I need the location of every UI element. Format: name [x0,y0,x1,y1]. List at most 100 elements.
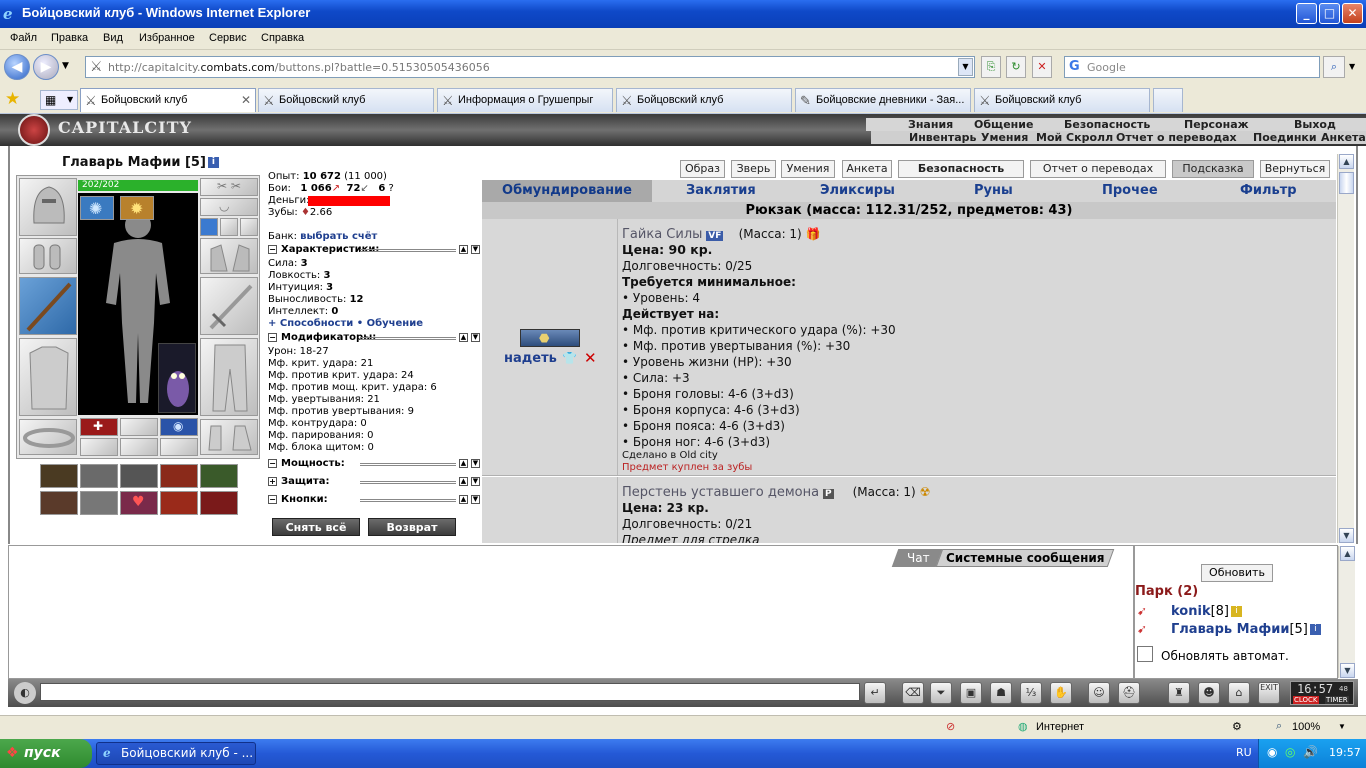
language-indicator[interactable]: RU [1236,746,1252,759]
down-arrow-icon[interactable]: ▼ [471,245,480,254]
menu-file[interactable]: Файл [10,32,37,44]
auto-refresh-checkbox[interactable] [1137,646,1153,662]
item-name[interactable]: Перстень уставшего демона [622,485,819,500]
link-security[interactable]: Безопасность [1064,118,1150,131]
online-scrollbar[interactable]: ▲ ▼ [1338,546,1355,678]
tab-6[interactable]: ⚔ Бойцовский клуб [974,88,1150,112]
transfers-button[interactable]: Отчет о переводах [1030,160,1166,178]
power-header[interactable]: − Мощность: ▲ ▼ [268,458,480,470]
bank-link[interactable]: выбрать счёт [300,231,377,242]
exit-icon[interactable]: EXIT [1258,682,1280,704]
mask-icon[interactable]: ☻ [1198,682,1220,704]
return-button[interactable]: Возврат [368,518,456,536]
skills-button[interactable]: Умения [781,160,835,178]
user-info-icon[interactable]: i [1231,606,1243,617]
link-character[interactable]: Персонаж [1184,118,1249,131]
training-link[interactable]: • Обучение [357,318,423,329]
offhand-slot[interactable] [200,277,258,335]
tab-5[interactable]: ✎ Бойцовские дневники - Зая... [795,88,971,112]
effect-3[interactable] [120,464,158,488]
ring-slot-2[interactable] [220,218,238,236]
spell-slot-1[interactable]: ✺ [80,196,114,220]
speaker-icon[interactable]: ◐ [14,682,36,704]
tab-2[interactable]: ⚔ Бойцовский клуб [258,88,434,112]
link-knowledge[interactable]: Знания [908,118,953,131]
effect-10[interactable] [200,491,238,515]
menu-view[interactable]: Вид [103,32,123,44]
up-arrow-icon[interactable]: ▲ [459,245,468,254]
link-scroll[interactable]: Мой Скролл [1036,131,1113,144]
volume-icon[interactable]: 🔊 [1303,745,1318,759]
back-game-button[interactable]: Вернуться [1260,160,1330,178]
send-icon[interactable]: ↵ [864,682,886,704]
attack-icon[interactable]: ➹ [1137,622,1147,636]
effect-8[interactable]: ♥ [120,491,158,515]
user-info-icon[interactable]: i [1309,624,1321,635]
tab-3[interactable]: ⚔ Информация о Грушепрыг [437,88,613,112]
collapse-icon[interactable]: − [268,458,277,468]
modifiers-header[interactable]: − Модификаторы: ▲ ▼ [268,332,480,344]
tab-close-icon[interactable]: ✕ [241,93,251,107]
save-icon[interactable]: ▣ [960,682,982,704]
tab-equipment[interactable]: Обмундирование [482,180,652,202]
start-button[interactable]: ❖ пуск [0,739,92,768]
close-button[interactable]: ✕ [1342,3,1363,24]
collapse-icon[interactable]: − [268,332,277,342]
effect-4[interactable] [160,464,198,488]
forward-button[interactable]: ▶ [33,54,59,80]
security-button[interactable]: Безопасность [898,160,1024,178]
remove-all-button[interactable]: Снять всё [272,518,360,536]
scroll-thumb[interactable] [1339,172,1354,194]
effect-6[interactable] [40,491,78,515]
spell-slot-2[interactable]: ✹ [120,196,154,220]
menu-help[interactable]: Справка [261,32,304,44]
search-options-icon[interactable]: ▼ [1349,62,1355,71]
helmet-slot[interactable] [19,178,77,236]
delete-icon[interactable]: ✕ [584,349,597,367]
link-skills[interactable]: Умения [981,131,1028,144]
image-button[interactable]: Образ [680,160,725,178]
tab-system[interactable]: Системные сообщения [935,549,1115,567]
inventory-scrollbar[interactable]: ▲ ▼ [1337,154,1354,543]
menu-tools[interactable]: Сервис [209,32,247,44]
hint-button[interactable]: Подсказка [1172,160,1254,178]
expand-icon[interactable]: + [268,476,277,486]
person-icon[interactable]: ☗ [990,682,1012,704]
tab-filter[interactable]: Фильтр [1240,183,1297,198]
link-fights[interactable]: Поединки [1253,131,1317,144]
user-name[interactable]: Главарь Мафии [1171,622,1289,637]
back-button[interactable]: ◀ [4,54,30,80]
tab-other[interactable]: Прочее [1102,183,1158,198]
down-arrow-icon[interactable]: ▼ [471,459,480,468]
scroll-up-icon[interactable]: ▲ [1340,546,1355,561]
down-arrow-icon[interactable]: ▼ [471,495,480,504]
effect-5[interactable] [200,464,238,488]
down-arrow-icon[interactable]: ▼ [471,333,480,342]
up-arrow-icon[interactable]: ▲ [459,495,468,504]
pet-button[interactable]: Зверь [731,160,776,178]
lock-icon[interactable]: ⌂ [1228,682,1250,704]
tab-spells[interactable]: Заклятия [686,183,756,198]
refresh-button[interactable]: Обновить [1201,564,1273,582]
menu-edit[interactable]: Правка [51,32,88,44]
scroll-down-icon[interactable]: ▼ [1339,528,1354,543]
item-name[interactable]: Гайка Силы [622,227,702,242]
collapse-icon[interactable]: − [268,244,277,254]
filter-icon[interactable]: ⏷ [930,682,952,704]
link-exit[interactable]: Выход [1294,118,1336,131]
stop-icon[interactable]: ✕ [1032,56,1052,78]
profile-button[interactable]: Анкета [842,160,892,178]
helmet-button-icon[interactable]: ⛑ [1118,682,1140,704]
user-name[interactable]: konik [1171,604,1211,619]
favorites-star-icon[interactable]: ★ [5,89,20,109]
search-input[interactable]: G Google [1064,56,1320,78]
rune-slot-1[interactable]: ✚ [80,418,118,436]
gloves-slot[interactable] [200,238,258,274]
ring-slot-1[interactable] [200,218,218,236]
down-arrow-icon[interactable]: ▼ [471,477,480,486]
tab-1[interactable]: ⚔ Бойцовский клуб ✕ [80,88,256,112]
rune-slot-2[interactable] [120,418,158,436]
tab-elixirs[interactable]: Эликсиры [820,183,895,198]
info-icon[interactable]: i [207,157,219,168]
tab-runes[interactable]: Руны [974,183,1013,198]
